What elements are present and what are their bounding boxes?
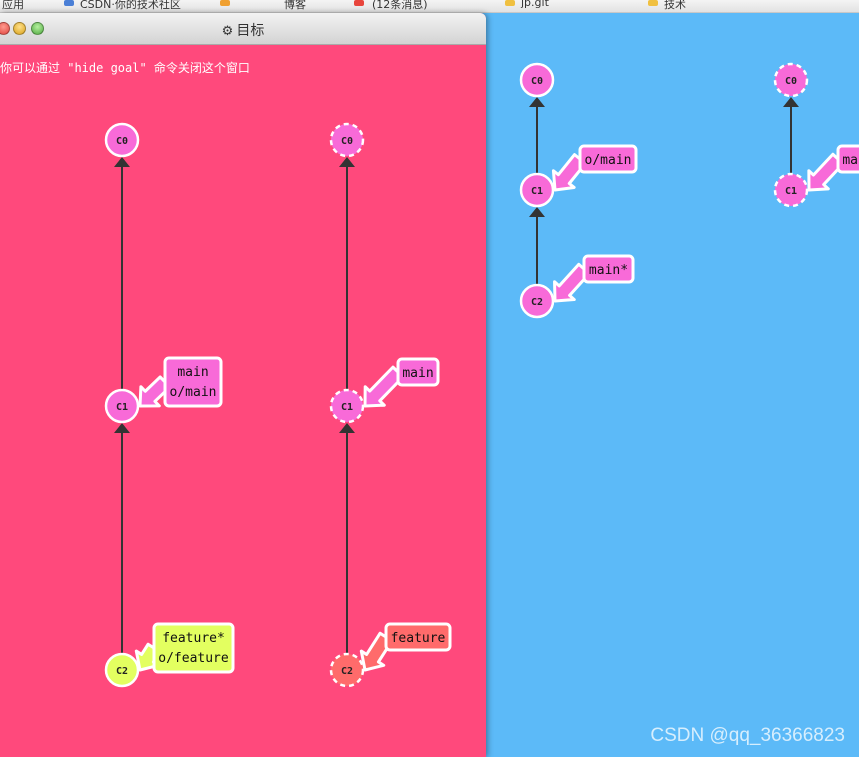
current-remote-branch-label: main [842, 153, 859, 168]
goal-local-branch-label: o/main [170, 385, 217, 400]
goal-local-edge-arrowhead [114, 423, 130, 433]
goal-remote-commit-label: C0 [341, 136, 353, 147]
current-remote-edge-arrowhead [783, 97, 799, 107]
current-local-branch-label: main* [589, 263, 628, 278]
goal-local-commit-label: C0 [116, 136, 128, 147]
current-local-commit-label: C1 [531, 186, 543, 197]
goal-remote-commit-label: C2 [341, 666, 353, 677]
goal-remote-branch-label: main [402, 366, 433, 381]
current-local-commit-label: C2 [531, 297, 543, 308]
goal-git-graph: main o/main feature* o/feature C0 C1 C2 main fea… [104, 122, 452, 688]
goal-remote-commit-label: C1 [341, 402, 353, 413]
goal-local-branch-label: o/feature [158, 651, 229, 666]
goal-remote-branch-label: feature [391, 631, 446, 646]
goal-local-branch-label: main [177, 365, 208, 380]
current-local-branch-label: o/main [585, 153, 632, 168]
goal-remote-edge-arrowhead [339, 157, 355, 167]
goal-window[interactable]: ⚙ 目标 你可以通过 "hide goal" 命令关闭这个窗口 main o/mai… [0, 13, 486, 757]
csdn-watermark: CSDN @qq_36366823 [650, 725, 845, 746]
goal-local-commit-label: C2 [116, 666, 128, 677]
goal-local-commit-label: C1 [116, 402, 128, 413]
goal-local-edge-arrowhead [114, 157, 130, 167]
current-remote-commit-label: C0 [785, 76, 797, 87]
current-local-edge-arrowhead [529, 97, 545, 107]
goal-remote-edge-arrowhead [339, 423, 355, 433]
current-remote-commit-label: C1 [785, 186, 797, 197]
goal-local-branch-label: feature* [162, 631, 225, 646]
current-local-edge-arrowhead [529, 207, 545, 217]
current-local-commit-label: C0 [531, 76, 543, 87]
